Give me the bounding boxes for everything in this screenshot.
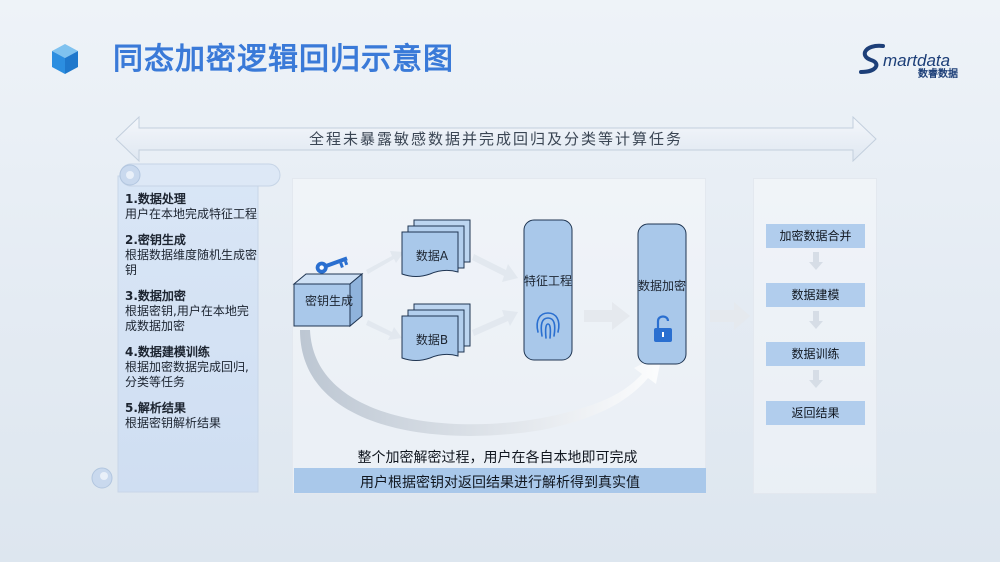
page-title: 同态加密逻辑回归示意图 (113, 42, 454, 77)
curved-arrow (300, 330, 662, 436)
arrow-encrypt-to-right (710, 302, 750, 330)
feature-box (523, 219, 573, 361)
step-title: 2.密钥生成 (125, 233, 186, 247)
step-item: 1.数据处理 用户在本地完成特征工程 (125, 192, 260, 222)
arrow-to-data-b (366, 320, 402, 340)
logo-subtitle: 数睿数据 (918, 69, 958, 80)
flow-step-modeling: 数据建模 (766, 283, 865, 307)
banner-text: 全程未暴露敏感数据并完成回归及分类等计算任务 (308, 130, 683, 148)
encrypt-label: 数据加密 (638, 279, 687, 293)
arrow-b-to-feature (472, 310, 518, 336)
step-title: 1.数据处理 (125, 192, 186, 206)
arrow-to-data-a (366, 251, 404, 274)
step-desc: 根据密钥解析结果 (125, 416, 222, 430)
step-item: 5.解析结果 根据密钥解析结果 (125, 401, 260, 431)
data-b-label: 数据B (415, 333, 449, 347)
flow-step-training: 数据训练 (766, 342, 865, 366)
feature-label: 特征工程 (524, 274, 573, 288)
step-title: 5.解析结果 (125, 401, 186, 415)
cube-icon (52, 44, 78, 74)
step-item: 3.数据加密 根据密钥,用户在本地完成数据加密 (125, 289, 260, 334)
down-arrow-icon (809, 370, 823, 388)
step-title: 3.数据加密 (125, 289, 186, 303)
key-icon (315, 256, 349, 274)
flow-step-return: 返回结果 (766, 401, 865, 425)
arrow-a-to-feature (472, 254, 518, 282)
bottom-note: 用户根据密钥对返回结果进行解析得到真实值 (360, 475, 640, 491)
step-desc: 根据密钥,用户在本地完成数据加密 (125, 304, 249, 333)
step-desc: 根据数据维度随机生成密钥 (125, 248, 258, 277)
down-arrow-icon (809, 252, 823, 270)
down-arrow-icon (809, 311, 823, 329)
step-item: 4.数据建模训练 根据加密数据完成回归,分类等任务 (125, 345, 260, 390)
step-item: 2.密钥生成 根据数据维度随机生成密钥 (125, 233, 260, 278)
encrypt-box (637, 223, 687, 365)
arrow-feature-to-encrypt (584, 302, 630, 330)
step-title: 4.数据建模训练 (125, 345, 210, 359)
process-note: 整个加密解密过程，用户在各自本地即可完成 (357, 450, 638, 466)
steps-list: 1.数据处理 用户在本地完成特征工程 2.密钥生成 根据数据维度随机生成密钥 3… (125, 192, 260, 442)
step-desc: 用户在本地完成特征工程 (125, 207, 258, 221)
data-a-label: 数据A (415, 249, 449, 263)
step-desc: 根据加密数据完成回归,分类等任务 (125, 360, 249, 389)
key-gen-label: 密钥生成 (304, 294, 353, 308)
flow-step-merge: 加密数据合并 (766, 224, 865, 248)
